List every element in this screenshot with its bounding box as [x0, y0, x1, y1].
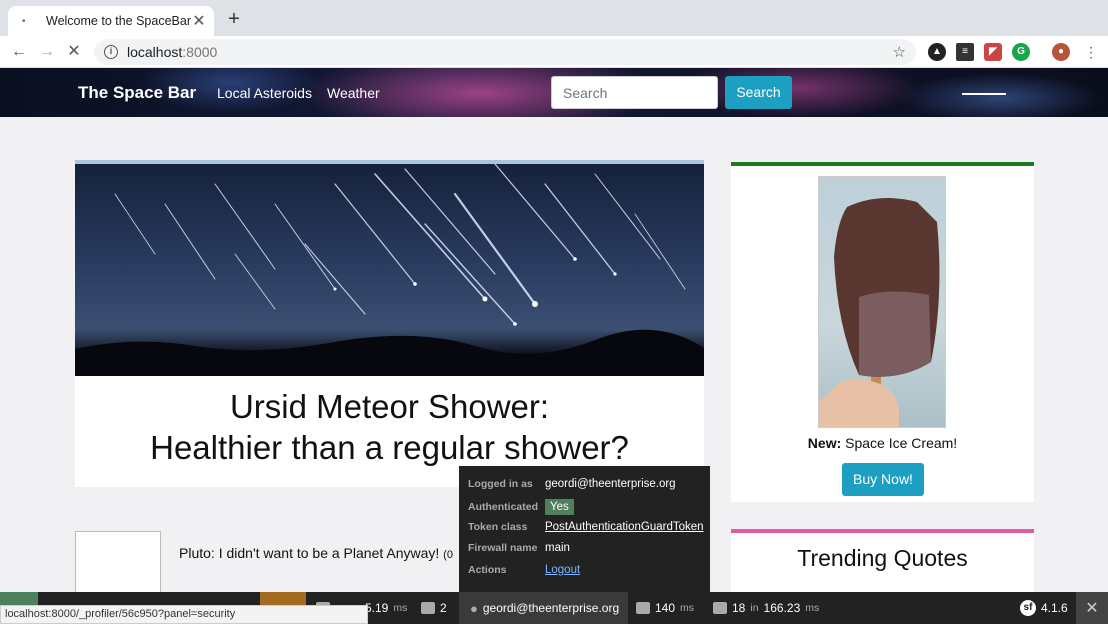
ice-cream-illustration: [819, 198, 940, 427]
buy-now-button[interactable]: Buy Now!: [842, 463, 924, 496]
meteor-streaks: [75, 164, 704, 376]
security-label: Firewall name: [468, 542, 538, 554]
ice-cream-image: [818, 176, 946, 428]
security-value: main: [545, 542, 570, 554]
site-info-icon[interactable]: i: [104, 45, 118, 59]
close-tab-icon[interactable]: ✕: [192, 11, 206, 31]
search-button[interactable]: Search: [725, 76, 792, 109]
new-tab-icon[interactable]: +: [224, 8, 244, 31]
profiler-database[interactable]: 18 in 166.23 ms: [713, 592, 819, 624]
ad-caption-text: Space Ice Cream!: [845, 435, 958, 451]
db-unit: ms: [805, 602, 820, 614]
performance-unit: ms: [393, 602, 408, 614]
url-port: :8000: [182, 44, 218, 60]
article-title[interactable]: Ursid Meteor Shower: Healthier than a re…: [75, 386, 704, 468]
security-row-token-class: Token class PostAuthenticationGuardToken: [468, 521, 704, 533]
performance-time: 5.19: [365, 601, 389, 615]
user-icon: ●: [470, 600, 478, 616]
news-count: (0: [443, 549, 453, 561]
nav-link-local-asteroids[interactable]: Local Asteroids: [217, 85, 312, 101]
database-icon: [713, 602, 727, 614]
db-time: 166.23: [763, 601, 801, 615]
trending-quotes-title: Trending Quotes: [797, 545, 968, 571]
security-row-actions: Actions Logout: [468, 564, 580, 576]
search-input[interactable]: [551, 76, 718, 109]
twig-unit: ms: [680, 602, 695, 614]
security-label: Logged in as: [468, 478, 533, 490]
security-row-firewall: Firewall name main: [468, 542, 570, 554]
brand-link[interactable]: The Space Bar: [78, 83, 196, 103]
db-queries: 18: [732, 601, 746, 615]
profiler-translation[interactable]: 2: [421, 592, 447, 624]
db-in: in: [750, 602, 759, 614]
browser-menu-icon[interactable]: ⋮: [1080, 41, 1102, 63]
security-row-logged-in: Logged in as geordi@theenterprise.org: [468, 478, 676, 490]
news-title[interactable]: Pluto: I didn't want to be a Planet Anyw…: [179, 545, 453, 561]
authenticated-badge: Yes: [545, 499, 574, 515]
profile-avatar[interactable]: ●: [1052, 43, 1070, 61]
twig-time: 140: [655, 601, 676, 615]
profiler-close-icon[interactable]: ✕: [1076, 592, 1108, 624]
status-bar-url: localhost:8000/_profiler/56c950?panel=se…: [0, 605, 368, 624]
loading-favicon-icon: •: [22, 15, 26, 27]
extension-layers-icon[interactable]: ≡: [956, 43, 974, 61]
browser-tab[interactable]: • Welcome to the SpaceBar ✕: [8, 6, 214, 36]
extension-fire-icon[interactable]: ▲: [928, 43, 946, 61]
news-list-item[interactable]: Pluto: I didn't want to be a Planet Anyw…: [75, 531, 465, 601]
url-host: localhost: [127, 44, 183, 60]
user-menu-toggle[interactable]: [962, 93, 1006, 95]
logout-link[interactable]: Logout: [545, 564, 580, 576]
browser-toolbar: ← → ✕ i localhost :8000 ☆ ▲ ≡ ◤ G ● ⋮: [0, 36, 1108, 68]
ad-caption-bold: New:: [807, 435, 842, 451]
back-icon[interactable]: ←: [8, 41, 30, 63]
profiler-symfony-version[interactable]: sf 4.1.6: [1020, 592, 1068, 624]
security-label: Token class: [468, 521, 528, 533]
security-label: Actions: [468, 564, 507, 576]
security-row-authenticated: Authenticated Yes: [468, 499, 574, 515]
security-panel-popover: Logged in as geordi@theenterprise.org Au…: [459, 466, 710, 592]
profiler-twig[interactable]: 140 ms: [636, 592, 694, 624]
security-value: geordi@theenterprise.org: [545, 478, 676, 490]
news-title-text: Pluto: I didn't want to be a Planet Anyw…: [179, 545, 440, 561]
token-class-link[interactable]: PostAuthenticationGuardToken: [545, 521, 704, 533]
ad-card: New: Space Ice Cream! Buy Now!: [731, 162, 1034, 502]
nav-link-weather[interactable]: Weather: [327, 85, 380, 101]
broken-image-icon: [75, 531, 161, 601]
stop-icon[interactable]: ✕: [63, 41, 85, 63]
ad-caption: New: Space Ice Cream!: [731, 435, 1034, 451]
article-title-line2: Healthier than a regular shower?: [150, 429, 629, 466]
profiler-user: geordi@theenterprise.org: [482, 601, 620, 615]
forward-icon[interactable]: →: [36, 41, 58, 63]
grammarly-icon[interactable]: G: [1012, 43, 1030, 61]
browser-tabstrip: • Welcome to the SpaceBar ✕ +: [0, 0, 1108, 36]
meteor-shower-image: [75, 164, 704, 376]
tab-title: Welcome to the SpaceBar: [46, 14, 191, 28]
security-label: Authenticated: [468, 501, 539, 513]
article-title-line1: Ursid Meteor Shower:: [229, 388, 550, 425]
featured-article-card[interactable]: Ursid Meteor Shower: Healthier than a re…: [75, 160, 704, 487]
extension-record-icon[interactable]: ◤: [984, 43, 1002, 61]
translation-icon: [421, 602, 435, 614]
translation-count: 2: [440, 601, 447, 615]
twig-icon: [636, 602, 650, 614]
profiler-security[interactable]: ● geordi@theenterprise.org: [459, 592, 628, 624]
symfony-version: 4.1.6: [1041, 601, 1068, 615]
bookmark-star-icon[interactable]: ☆: [893, 43, 906, 61]
symfony-logo-icon: sf: [1020, 600, 1036, 616]
address-bar[interactable]: i localhost :8000 ☆: [94, 39, 916, 65]
trending-quotes-card: Trending Quotes: [731, 529, 1034, 599]
